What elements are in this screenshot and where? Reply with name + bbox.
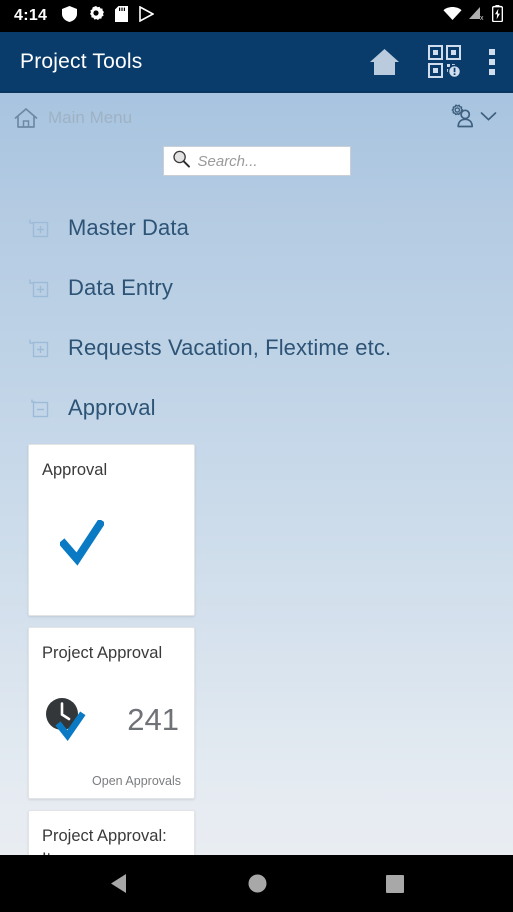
clock-check-icon: [42, 696, 96, 744]
recents-square-icon[interactable]: [385, 874, 404, 893]
tree-collapse-minus-icon[interactable]: [28, 398, 50, 418]
search-icon: [172, 150, 191, 173]
page-content: Main Menu Search... Master Data Data Ent…: [0, 93, 513, 855]
menu-item-master-data[interactable]: Master Data: [0, 198, 513, 258]
user-settings-icon: [448, 103, 475, 133]
menu-item-label: Requests Vacation, Flextime etc.: [68, 335, 392, 360]
tree-expand-plus-icon[interactable]: [28, 278, 50, 298]
android-nav-bar: [0, 855, 513, 912]
home-icon[interactable]: [369, 48, 400, 76]
menu-item-label: Approval: [68, 395, 156, 420]
overflow-menu-icon[interactable]: [489, 48, 495, 75]
back-triangle-icon[interactable]: [109, 873, 129, 894]
home-circle-icon[interactable]: [248, 874, 267, 893]
menu-item-label: Master Data: [68, 215, 189, 240]
status-bar: 4:14 x: [0, 0, 513, 32]
check-icon: [42, 518, 106, 568]
search-bar: Search...: [0, 146, 513, 176]
menu-item-label: Data Entry: [68, 275, 173, 300]
gear-icon: [88, 5, 105, 27]
shield-icon: [62, 5, 78, 27]
phone-screen: 4:14 x Project Tools Main Menu Search...…: [0, 0, 513, 912]
tree-expand-plus-icon[interactable]: [28, 218, 50, 238]
battery-charging-icon: [491, 5, 504, 27]
menu-item-requests[interactable]: Requests Vacation, Flextime etc.: [0, 318, 513, 378]
home-icon[interactable]: [14, 107, 38, 129]
card-body: [42, 482, 181, 605]
svg-text:x: x: [480, 15, 484, 21]
card-project-approval-items[interactable]: Project Approval: Items 6 Open Approv: [28, 810, 195, 855]
status-time: 4:14: [14, 7, 48, 24]
status-right-icons: x: [443, 5, 504, 27]
approval-cards-grid: Approval Project Approval 241 Open Appro…: [0, 438, 352, 855]
breadcrumb-label[interactable]: Main Menu: [48, 108, 132, 128]
app-title: Project Tools: [20, 49, 143, 73]
menu-item-data-entry[interactable]: Data Entry: [0, 258, 513, 318]
chevron-down-icon: [480, 109, 497, 127]
user-settings-button[interactable]: [448, 103, 497, 133]
card-body: 241: [42, 665, 181, 774]
play-store-icon: [139, 5, 155, 27]
card-footer: Open Approvals: [92, 774, 181, 788]
cellular-no-signal-icon: x: [468, 6, 486, 26]
wifi-icon: [443, 6, 462, 26]
card-approval[interactable]: Approval: [28, 444, 195, 616]
card-title: Project Approval: [42, 644, 163, 662]
card-kpi: 241: [127, 702, 179, 738]
search-input[interactable]: Search...: [162, 146, 351, 176]
card-title: Project Approval: Items: [42, 827, 167, 855]
breadcrumb: Main Menu: [0, 93, 513, 143]
app-bar: Project Tools: [0, 32, 513, 93]
tree-expand-plus-icon[interactable]: [28, 338, 50, 358]
sd-card-icon: [115, 5, 129, 27]
app-bar-actions: [369, 45, 495, 78]
search-placeholder: Search...: [197, 152, 258, 170]
status-left-icons: [62, 5, 155, 27]
qr-scan-icon[interactable]: [428, 45, 461, 78]
card-title: Approval: [42, 461, 108, 479]
menu-list: Master Data Data Entry Requests Vacation…: [0, 198, 513, 438]
menu-item-approval[interactable]: Approval: [0, 378, 513, 438]
card-project-approval[interactable]: Project Approval 241 Open Approvals: [28, 627, 195, 799]
